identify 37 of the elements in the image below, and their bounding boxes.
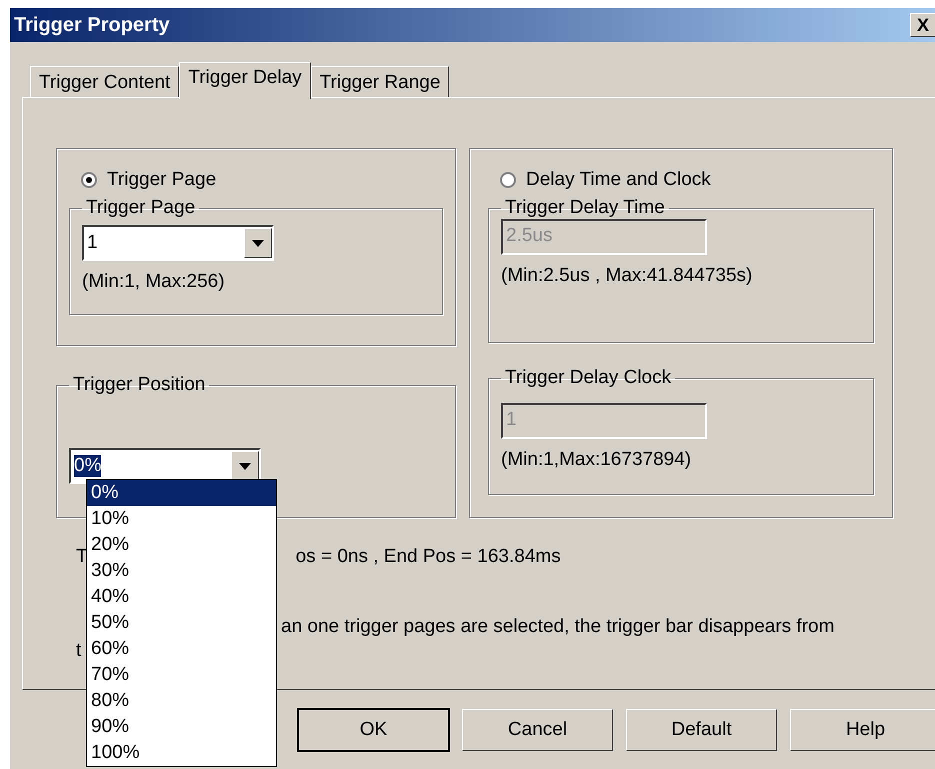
dropdown-option[interactable]: 0% — [87, 480, 276, 506]
note-text: an one trigger pages are selected, the trigger bar disappears from — [281, 616, 834, 638]
dropdown-option[interactable]: 40% — [87, 584, 276, 610]
dropdown-option[interactable]: 30% — [87, 558, 276, 584]
radio-label: Trigger Page — [107, 169, 216, 191]
combo-value: 0% — [74, 455, 102, 477]
dropdown-option[interactable]: 80% — [87, 688, 276, 714]
dropdown-option[interactable]: 90% — [87, 714, 276, 740]
tab[interactable]: Trigger Range — [310, 66, 450, 97]
group-title: Trigger Delay Clock — [504, 367, 672, 389]
range-text: (Min:2.5us , Max:41.844735s) — [501, 265, 754, 287]
dropdown-option[interactable]: 10% — [87, 506, 276, 532]
dialog-button[interactable]: Default — [626, 709, 777, 751]
radio-label: Delay Time and Clock — [526, 169, 711, 191]
window-title: Trigger Property — [14, 14, 170, 36]
tab[interactable]: Trigger Delay — [179, 62, 311, 99]
dialog-button[interactable]: OK — [298, 709, 449, 751]
radio-button[interactable] — [81, 172, 97, 188]
range-text: (Min:1,Max:16737894) — [501, 449, 692, 471]
info-text: T — [76, 546, 88, 569]
dropdown-option[interactable]: 60% — [87, 636, 276, 662]
note-text: t — [76, 640, 82, 661]
info-text: os = 0ns , End Pos = 163.84ms — [296, 546, 561, 569]
dropdown-option[interactable]: 70% — [87, 662, 276, 688]
tab[interactable]: Trigger Content — [30, 66, 180, 97]
dialog-button[interactable]: Help — [790, 709, 935, 751]
dropdown-option[interactable]: 50% — [87, 610, 276, 636]
combo-box[interactable]: 1 — [82, 225, 274, 261]
range-text: (Min:1, Max:256) — [82, 271, 226, 293]
dropdown-option[interactable]: 100% — [87, 740, 276, 766]
group-title: Trigger Delay Time — [504, 197, 666, 219]
close-button[interactable]: X — [910, 13, 935, 37]
dialog-button[interactable]: Cancel — [462, 709, 613, 751]
dropdown-option[interactable]: 20% — [87, 532, 276, 558]
group-title: Trigger Page — [85, 197, 196, 219]
group-title: Trigger Position — [72, 374, 206, 396]
radio-button[interactable] — [500, 172, 516, 188]
